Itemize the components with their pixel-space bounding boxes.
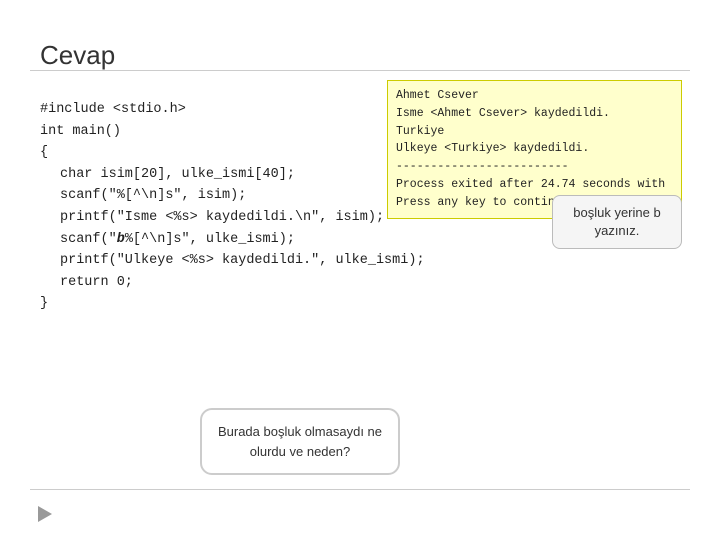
bottom-rule — [30, 489, 690, 490]
terminal-line-6: Process exited after 24.74 seconds with — [396, 176, 673, 194]
code-line-8: printf("Ulkeye <%s> kaydedildi.", ulke_i… — [40, 250, 680, 272]
terminal-line-3: Turkiye — [396, 123, 673, 141]
play-arrow-icon[interactable] — [38, 506, 52, 522]
code-line-10: } — [40, 293, 680, 315]
terminal-line-2: Isme <Ahmet Csever> kaydedildi. — [396, 105, 673, 123]
terminal-line-1: Ahmet Csever — [396, 87, 673, 105]
tooltip-box: boşluk yerine b yazınız. — [552, 195, 682, 249]
terminal-line-5: ------------------------- — [396, 158, 673, 176]
slide-title: Cevap — [40, 40, 680, 71]
code-line-9: return 0; — [40, 272, 680, 294]
slide: Cevap Ahmet Csever Isme <Ahmet Csever> k… — [0, 0, 720, 540]
tooltip-text: boşluk yerine b yazınız. — [573, 205, 660, 238]
terminal-line-4: Ulkeye <Turkiye> kaydedildi. — [396, 140, 673, 158]
callout-box: Burada boşluk olmasaydı ne olurdu ve ned… — [200, 408, 400, 475]
callout-text: Burada boşluk olmasaydı ne olurdu ve ned… — [218, 424, 382, 459]
top-rule — [30, 70, 690, 71]
